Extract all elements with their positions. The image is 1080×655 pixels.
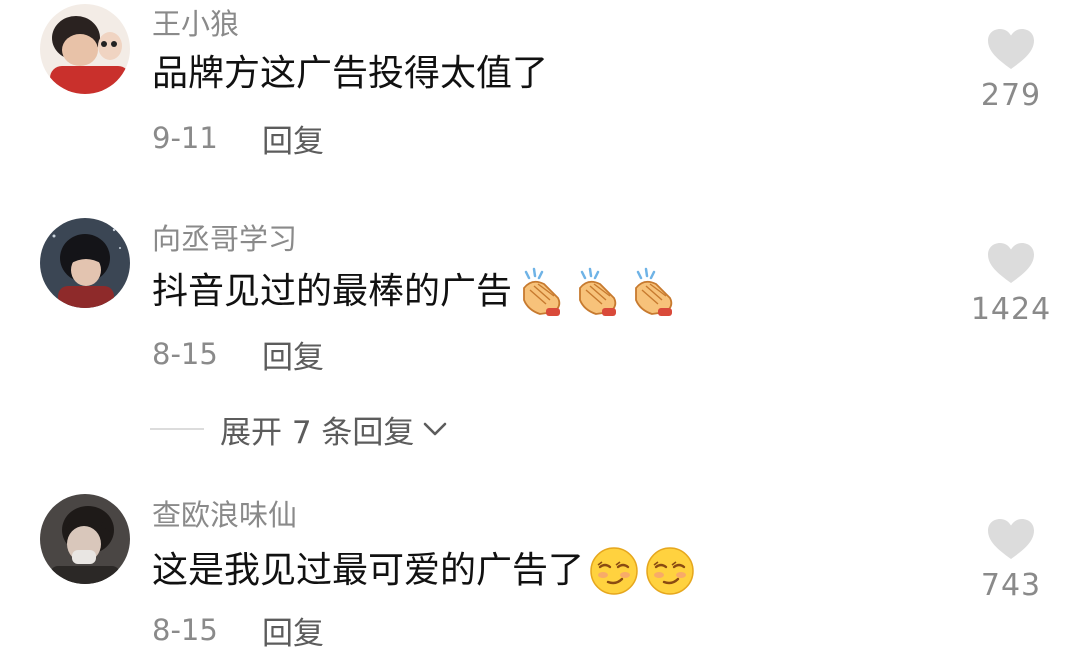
comment-date: 8-15 bbox=[152, 337, 218, 371]
expand-replies-button[interactable]: 展开 7 条回复 bbox=[150, 406, 448, 452]
comment-username[interactable]: 查欧浪味仙 bbox=[152, 497, 297, 533]
clapping-hands-emoji bbox=[572, 266, 624, 318]
reply-button[interactable]: 回复 bbox=[262, 116, 324, 161]
smirking-face-emoji bbox=[644, 545, 696, 597]
chevron-down-icon[interactable] bbox=[422, 420, 448, 438]
comment-meta: 9-11 回复 bbox=[152, 116, 324, 161]
reply-button[interactable]: 回复 bbox=[262, 608, 324, 653]
like-button[interactable]: 1424 bbox=[970, 242, 1052, 327]
reply-button[interactable]: 回复 bbox=[262, 332, 324, 377]
clapping-hands-emoji bbox=[628, 266, 680, 318]
comment-meta: 8-15 回复 bbox=[152, 608, 324, 653]
like-count: 743 bbox=[980, 568, 1042, 603]
comment-date: 8-15 bbox=[152, 613, 218, 647]
like-button[interactable]: 743 bbox=[972, 518, 1050, 603]
comment-list: 王小狼 品牌方这广告投得太值了 9-11 回复 279 向丞哥学习 抖音见过的最… bbox=[0, 0, 1080, 655]
comment-text-body: 品牌方这广告投得太值了 bbox=[152, 53, 549, 94]
like-button[interactable]: 279 bbox=[972, 28, 1050, 113]
like-count: 279 bbox=[980, 78, 1042, 113]
avatar[interactable] bbox=[40, 494, 130, 584]
smirking-face-emoji bbox=[588, 545, 640, 597]
comment-username[interactable]: 王小狼 bbox=[152, 6, 239, 42]
clapping-hands-emoji bbox=[516, 266, 568, 318]
comment-text: 品牌方这广告投得太值了 bbox=[152, 52, 548, 96]
comment-text-body: 抖音见过的最棒的广告 bbox=[152, 271, 513, 312]
expand-divider-line bbox=[150, 428, 204, 430]
expand-replies-label[interactable]: 展开 7 条回复 bbox=[220, 407, 414, 452]
avatar[interactable] bbox=[40, 218, 130, 308]
comment-text-body: 这是我见过最可爱的广告了 bbox=[152, 550, 585, 591]
comment-text: 抖音见过的最棒的广告 bbox=[152, 266, 680, 318]
heart-icon[interactable] bbox=[987, 28, 1035, 70]
comment-text: 这是我见过最可爱的广告了 bbox=[152, 545, 696, 597]
heart-icon[interactable] bbox=[987, 518, 1035, 560]
like-count: 1424 bbox=[970, 292, 1052, 327]
heart-icon[interactable] bbox=[987, 242, 1035, 284]
comment-username[interactable]: 向丞哥学习 bbox=[152, 221, 297, 257]
comment-date: 9-11 bbox=[152, 121, 218, 155]
avatar[interactable] bbox=[40, 4, 130, 94]
comment-meta: 8-15 回复 bbox=[152, 332, 324, 377]
